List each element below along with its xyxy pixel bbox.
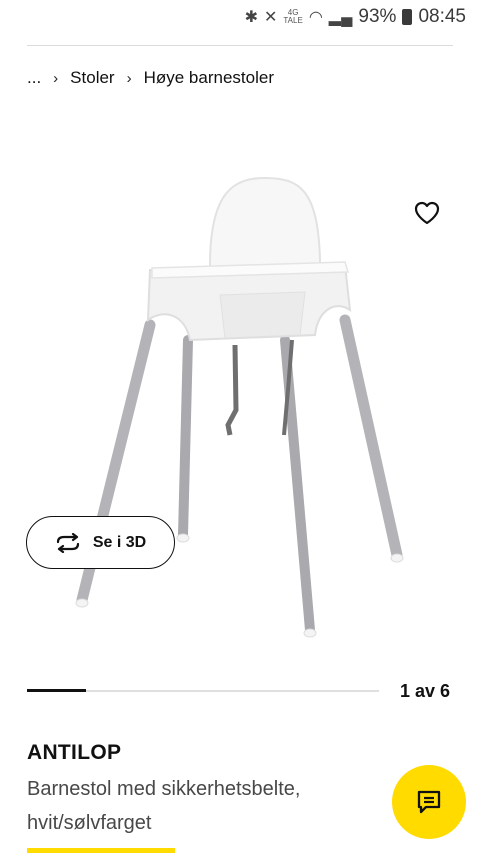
breadcrumb-ellipsis[interactable]: ...: [27, 68, 41, 88]
chevron-right-icon: ›: [126, 69, 132, 87]
gallery-page-counter: 1 av 6: [400, 681, 451, 701]
chat-button[interactable]: [392, 765, 466, 839]
wifi-icon: ◠: [308, 9, 323, 26]
product-image[interactable]: [60, 160, 420, 650]
product-description: Barnestol med sikkerhetsbelte, hvit/sølv…: [27, 778, 301, 834]
view-in-3d-label: Se i 3D: [92, 533, 147, 551]
favorite-button[interactable]: [410, 196, 444, 230]
price-highlight-bar: [27, 848, 175, 853]
breadcrumb-item-stoler[interactable]: Stoler: [70, 68, 114, 88]
header-divider: [27, 45, 453, 46]
chevron-right-icon: ›: [53, 69, 59, 87]
chat-icon: [417, 790, 441, 814]
status-bar: ✱ ✕ 4G TALE ◠ ▂▄ 93% 08:45: [0, 0, 480, 34]
breadcrumb-item-hoye-barnestoler[interactable]: Høye barnestoler: [144, 68, 274, 88]
signal-icon: ▂▄: [328, 9, 353, 26]
network-sub-label: TALE: [283, 16, 303, 25]
view-in-3d-button[interactable]: Se i 3D: [26, 516, 175, 569]
network-type: 4G TALE: [283, 9, 302, 25]
breadcrumb: ... › Stoler › Høye barnestoler: [27, 68, 274, 88]
battery-icon: [402, 9, 413, 25]
gallery-progress-fill: [27, 689, 86, 692]
bluetooth-icon: ✱: [244, 9, 258, 26]
battery-percent: 93%: [358, 6, 397, 27]
mute-icon: ✕: [263, 9, 278, 26]
heart-icon: [414, 201, 440, 225]
product-name: ANTILOP: [27, 741, 122, 764]
clock: 08:45: [418, 6, 466, 27]
rotate-icon: [56, 532, 79, 553]
